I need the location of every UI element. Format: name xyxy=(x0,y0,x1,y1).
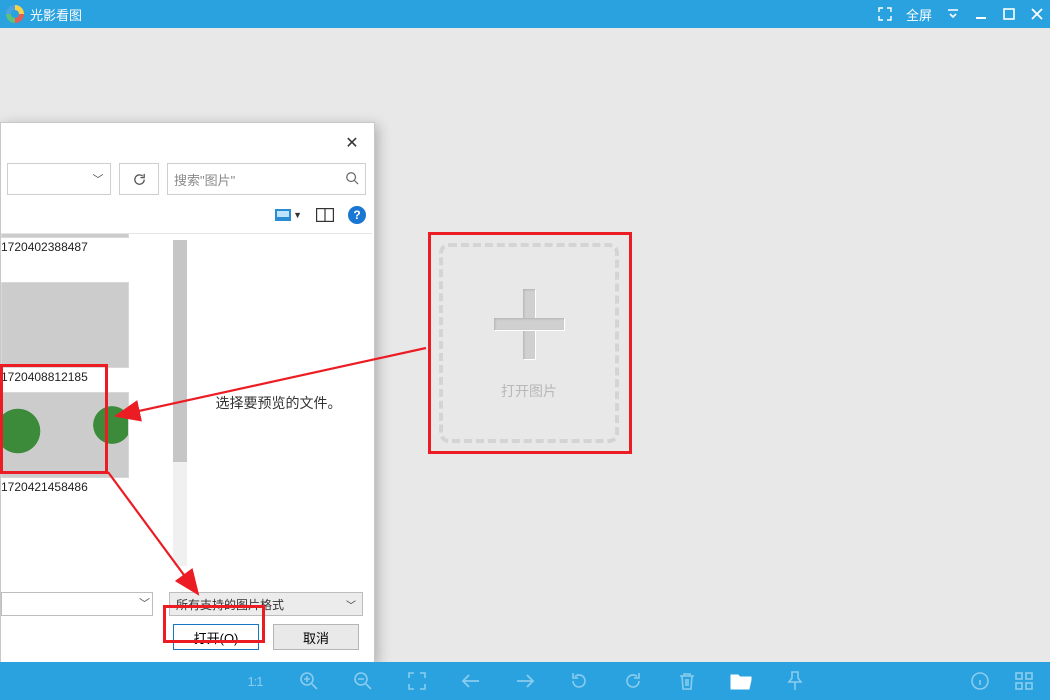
dropzone-label: 打开图片 xyxy=(501,381,557,401)
file-name: 1720408812185 xyxy=(1,370,129,384)
minimize-button[interactable] xyxy=(974,7,988,21)
plus-icon xyxy=(494,289,564,359)
fullscreen-icon[interactable] xyxy=(405,669,429,693)
filename-input[interactable]: ﹀ xyxy=(1,592,153,616)
next-image-icon[interactable] xyxy=(513,669,537,693)
preview-hint: 选择要预览的文件。 xyxy=(216,393,342,413)
maximize-button[interactable] xyxy=(1002,7,1016,21)
chevron-down-icon: ﹀ xyxy=(139,595,150,611)
help-icon[interactable]: ? xyxy=(348,206,366,224)
file-item[interactable]: 1720402388487 xyxy=(1,234,129,254)
file-thumbnail xyxy=(1,392,129,478)
filetype-label: 所有支持的图片格式 xyxy=(176,596,284,613)
caret-down-icon: ▼ xyxy=(293,210,302,220)
open-folder-icon[interactable] xyxy=(729,669,753,693)
file-thumbnail xyxy=(1,234,129,238)
app-title: 光影看图 xyxy=(30,5,82,24)
file-item[interactable]: 1720421458486 xyxy=(1,392,129,494)
view-mode-button[interactable]: ▼ xyxy=(275,209,302,221)
cancel-button[interactable]: 取消 xyxy=(273,624,359,650)
search-input[interactable]: 搜索"图片" xyxy=(167,163,366,195)
bottom-toolbar: 1:1 xyxy=(0,662,1050,700)
dialog-close-button[interactable]: ✕ xyxy=(334,129,370,157)
preview-pane-button[interactable] xyxy=(316,208,334,222)
rotate-right-icon[interactable] xyxy=(621,669,645,693)
content-area: 打开图片 ✕ ﹀ 搜索"图片" xyxy=(0,28,1050,662)
chevron-down-icon: ﹀ xyxy=(346,597,356,612)
address-dropdown[interactable]: ﹀ xyxy=(7,163,111,195)
close-button[interactable] xyxy=(1030,7,1044,21)
file-thumbnail xyxy=(1,282,129,368)
app-logo-icon xyxy=(6,5,24,23)
open-button[interactable]: 打开(O) xyxy=(173,624,259,650)
search-placeholder: 搜索"图片" xyxy=(174,170,235,189)
prev-image-icon[interactable] xyxy=(459,669,483,693)
menu-dropdown-icon[interactable] xyxy=(946,9,960,19)
pin-icon[interactable] xyxy=(783,669,807,693)
file-open-dialog: ✕ ﹀ 搜索"图片" xyxy=(0,122,375,663)
chevron-down-icon: ﹀ xyxy=(86,171,110,187)
titlebar: 光影看图 全屏 xyxy=(0,0,1050,28)
search-icon xyxy=(345,171,359,188)
file-item[interactable]: 1720408812185 xyxy=(1,282,129,384)
rotate-left-icon[interactable] xyxy=(567,669,591,693)
info-icon[interactable] xyxy=(968,669,992,693)
open-image-dropzone[interactable]: 打开图片 xyxy=(439,243,619,443)
file-name: 1720421458486 xyxy=(1,480,129,494)
file-name: 1720402388487 xyxy=(1,240,129,254)
zoom-out-icon[interactable] xyxy=(351,669,375,693)
fullscreen-button[interactable] xyxy=(878,7,892,21)
refresh-button[interactable] xyxy=(119,163,159,195)
preview-pane: 选择要预览的文件。 xyxy=(191,234,366,572)
filetype-select[interactable]: 所有支持的图片格式 ﹀ xyxy=(169,592,363,616)
delete-icon[interactable] xyxy=(675,669,699,693)
zoom-in-icon[interactable] xyxy=(297,669,321,693)
file-list: 1720402388487 1720408812185 172042145848… xyxy=(1,234,171,572)
zoom-ratio[interactable]: 1:1 xyxy=(243,669,267,693)
splitter-scrollbar[interactable] xyxy=(173,240,187,566)
grid-icon[interactable] xyxy=(1012,669,1036,693)
fullscreen-label[interactable]: 全屏 xyxy=(906,5,932,24)
